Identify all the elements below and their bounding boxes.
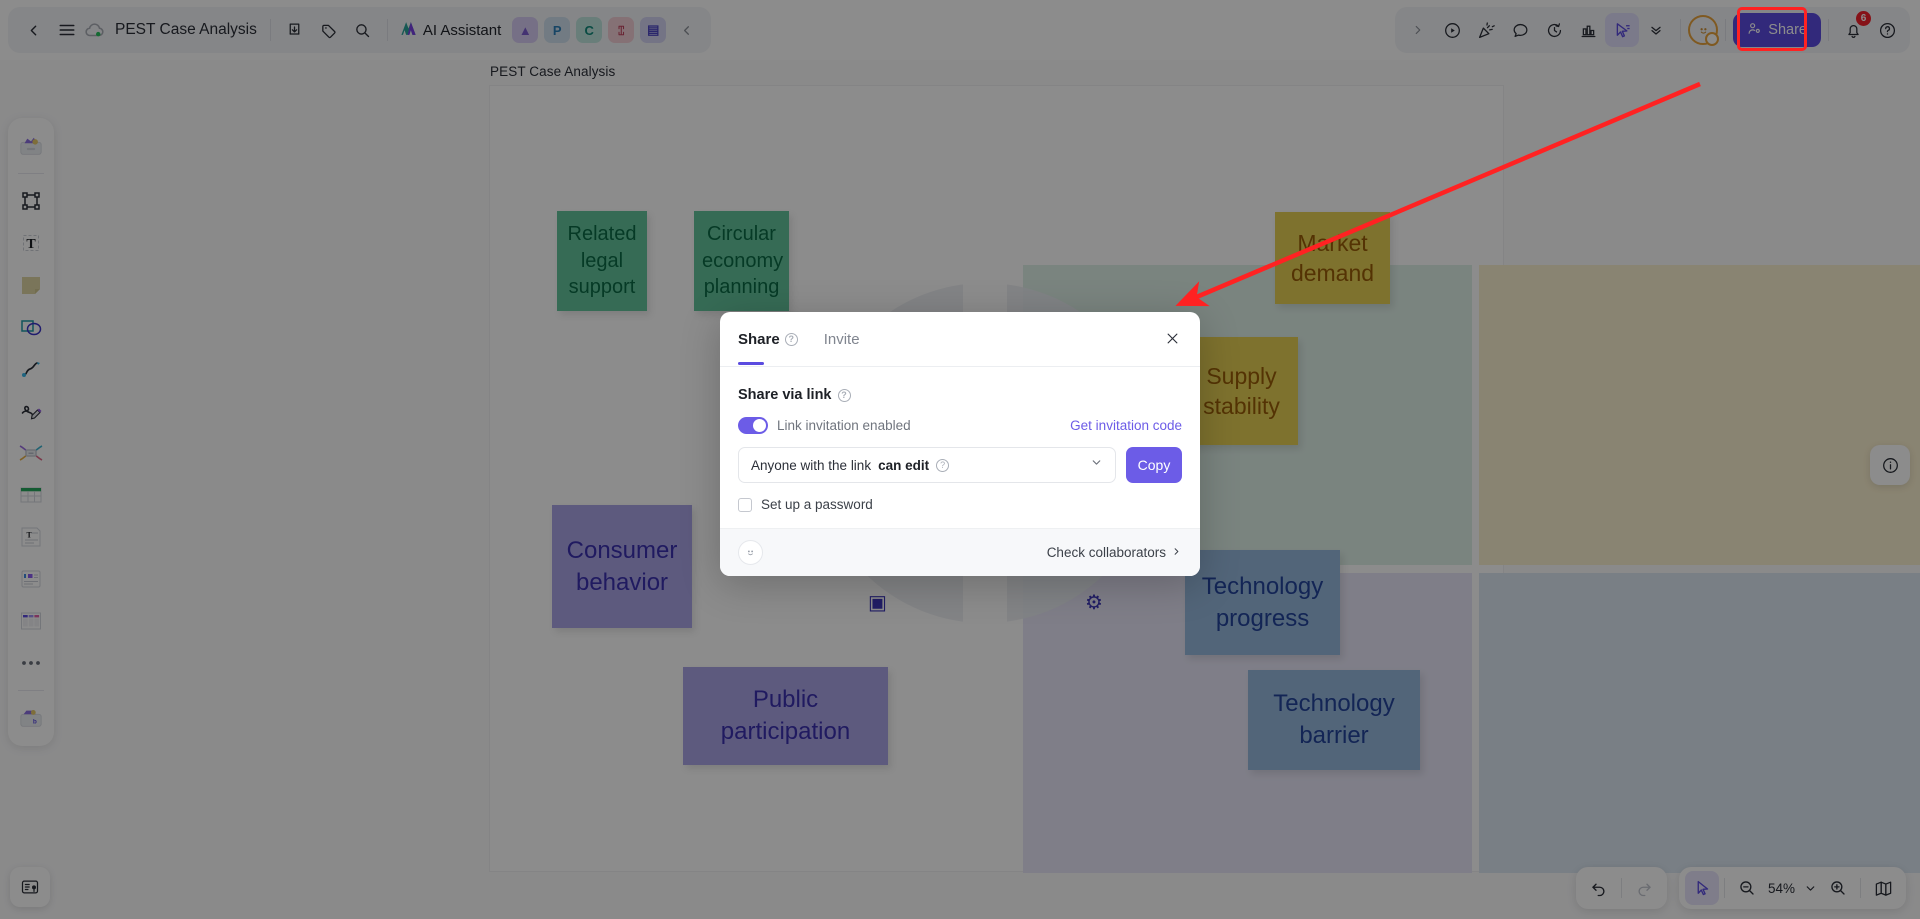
share-dialog-header: Share ? Invite <box>720 312 1200 367</box>
share-via-link-help-icon[interactable]: ? <box>837 388 851 402</box>
share-help-icon[interactable]: ? <box>784 332 798 346</box>
permission-scope-label: Anyone with the link <box>751 457 872 473</box>
check-collaborators-link[interactable]: Check collaborators <box>1047 545 1182 560</box>
tab-share[interactable]: Share ? <box>738 312 798 367</box>
tab-share-label: Share <box>738 330 780 348</box>
tab-invite-label: Invite <box>823 330 860 348</box>
share-via-link-label: Share via link <box>738 387 832 403</box>
share-dialog-body: Share via link ? Link invitation enabled… <box>720 367 1200 528</box>
chevron-down-icon <box>1090 456 1103 474</box>
permission-select[interactable]: Anyone with the link can edit ? <box>738 447 1116 483</box>
share-dialog[interactable]: Share ? Invite Share via link ? Link inv… <box>720 312 1200 576</box>
get-invitation-code-link[interactable]: Get invitation code <box>1070 418 1182 433</box>
copy-button[interactable]: Copy <box>1126 447 1182 483</box>
app-root: ▣ ⚙ PEST Case Analysis Related legal suppo… <box>0 0 1920 919</box>
password-label: Set up a password <box>761 497 873 512</box>
password-row: Set up a password <box>738 497 1182 512</box>
link-invitation-toggle[interactable] <box>738 417 768 434</box>
link-invitation-toggle-group: Link invitation enabled <box>738 417 911 434</box>
link-invitation-label: Link invitation enabled <box>777 418 911 433</box>
chevron-right-icon <box>1171 545 1182 560</box>
share-via-link-section-title: Share via link ? <box>738 387 1182 403</box>
permission-row: Anyone with the link can edit ? Copy <box>738 447 1182 483</box>
permission-help-icon[interactable]: ? <box>936 458 950 472</box>
share-dialog-footer: Check collaborators <box>720 528 1200 576</box>
close-icon[interactable] <box>1158 324 1186 352</box>
tab-invite[interactable]: Invite <box>824 312 860 367</box>
password-checkbox[interactable] <box>738 497 752 512</box>
link-invitation-row: Link invitation enabled Get invitation c… <box>738 417 1182 434</box>
permission-level-label: can edit <box>878 457 930 473</box>
check-collaborators-label: Check collaborators <box>1046 545 1166 560</box>
collaborator-avatar[interactable] <box>738 540 763 565</box>
